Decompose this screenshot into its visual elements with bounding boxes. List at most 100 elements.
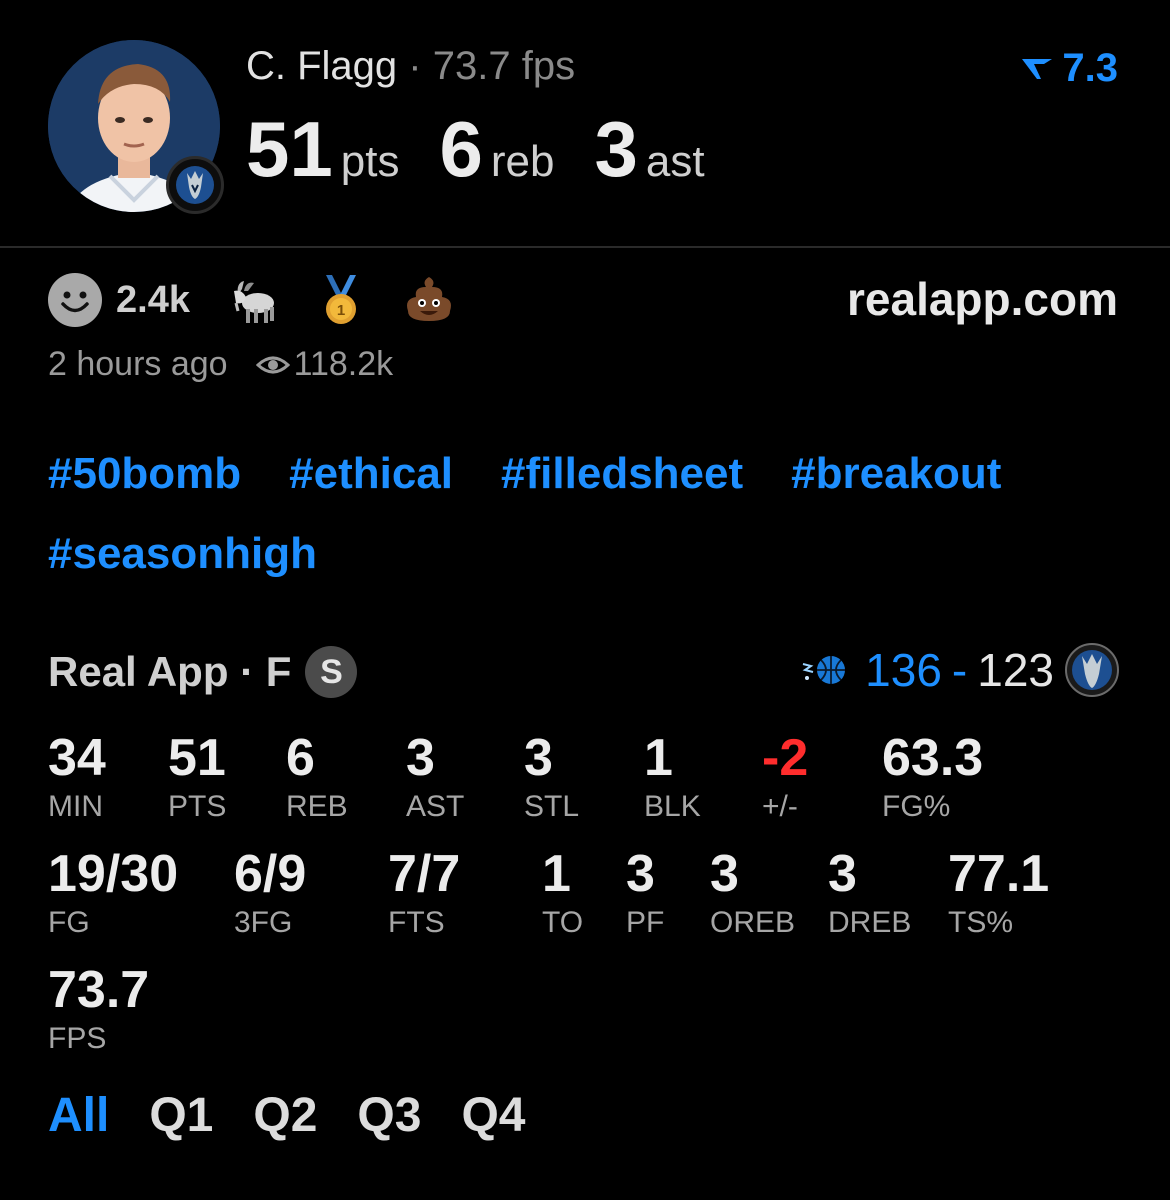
stat-value: 7/7	[388, 845, 461, 903]
game-score[interactable]: 136-123	[799, 642, 1120, 698]
headline-reb-label: reb	[490, 137, 555, 186]
opponent-logo-icon	[799, 642, 855, 698]
poop-icon[interactable]	[400, 271, 458, 329]
stat-pts: 51 PTS	[168, 730, 226, 824]
tab-q4[interactable]: Q4	[461, 1088, 525, 1143]
stat-value: 3	[710, 845, 739, 903]
stat-value: 73.7	[48, 961, 150, 1019]
stat-value: 77.1	[948, 845, 1050, 903]
score-loser: 123	[977, 644, 1054, 696]
stat-fps: 73.7 FPS	[48, 962, 149, 1056]
headline-stats: 51 pts 6 reb 3 ast	[246, 104, 745, 195]
player-fps: 73.7 fps	[432, 44, 576, 88]
headline-reb-value: 6	[439, 105, 483, 193]
stat-label: PF	[626, 906, 665, 939]
stat-value: 3	[406, 729, 435, 787]
stat-fg: 19/30 FG	[48, 846, 178, 940]
headline-ast-label: ast	[645, 137, 705, 186]
stat-reb: 6 REB	[286, 730, 348, 824]
stat-label: MIN	[48, 790, 103, 823]
status-badge: S	[305, 646, 358, 698]
rating-icon	[1022, 58, 1053, 79]
team-logo-icon	[166, 156, 224, 214]
rating-value: 7.3	[1062, 46, 1118, 90]
stat-fg-pct: 63.3 FG%	[882, 730, 983, 824]
hashtag[interactable]: #filledsheet	[501, 448, 743, 500]
stat-value: 1	[644, 729, 673, 787]
post-meta: 2 hours ago 118.2k	[48, 345, 393, 384]
medal-icon[interactable]: 1	[312, 271, 370, 329]
stat-label: +/-	[762, 790, 798, 823]
hashtag[interactable]: #breakout	[791, 448, 1001, 500]
stat-value: 34	[48, 729, 106, 787]
source-label: Real App · F	[48, 648, 292, 695]
stat-label: FPS	[48, 1022, 107, 1055]
stat-value: 6	[286, 729, 315, 787]
stat-label: TO	[542, 906, 584, 939]
stat-value: 51	[168, 729, 226, 787]
team-logo-small-icon	[1064, 642, 1120, 698]
stat-label: TS%	[948, 906, 1014, 939]
player-line[interactable]: C. Flagg · 73.7 fps	[246, 44, 575, 89]
smiley-icon[interactable]	[48, 273, 102, 327]
stat-label: FTS	[388, 906, 445, 939]
stat-plus-minus: -2 +/-	[762, 730, 808, 824]
hashtag-list: #50bomb #ethical #filledsheet #breakout …	[48, 448, 1138, 580]
stat-pf: 3 PF	[626, 846, 664, 940]
stat-value: 3	[828, 845, 857, 903]
divider	[0, 246, 1170, 248]
site-link[interactable]: realapp.com	[847, 272, 1118, 326]
stat-3fg: 6/9 3FG	[234, 846, 306, 940]
stat-value: -2	[762, 729, 809, 787]
stat-label: 3FG	[234, 906, 293, 939]
stat-value: 63.3	[882, 729, 984, 787]
stat-blk: 1 BLK	[644, 730, 701, 824]
stat-value: 19/30	[48, 845, 179, 903]
stat-to: 1 TO	[542, 846, 583, 940]
stat-value: 3	[524, 729, 553, 787]
stat-label: PTS	[168, 790, 227, 823]
hashtag[interactable]: #50bomb	[48, 448, 241, 500]
tab-q3[interactable]: Q3	[357, 1088, 421, 1143]
stat-label: BLK	[644, 790, 701, 823]
stat-label: FG	[48, 906, 90, 939]
stat-ts-pct: 77.1 TS%	[948, 846, 1049, 940]
stat-label: DREB	[828, 906, 912, 939]
reaction-count: 2.4k	[116, 278, 190, 321]
stat-ast: 3 AST	[406, 730, 464, 824]
stat-label: STL	[524, 790, 580, 823]
score-winner: 136	[865, 644, 942, 696]
stat-value: 3	[626, 845, 655, 903]
stat-value: 6/9	[234, 845, 307, 903]
separator: ·	[408, 44, 422, 88]
hashtag[interactable]: #ethical	[289, 448, 453, 500]
period-tabs: All Q1 Q2 Q3 Q4	[48, 1088, 525, 1143]
view-count: 118.2k	[255, 345, 394, 384]
tab-q2[interactable]: Q2	[253, 1088, 317, 1143]
svg-text:1: 1	[337, 302, 345, 319]
stat-min: 34 MIN	[48, 730, 106, 824]
player-name[interactable]: C. Flagg	[246, 44, 397, 88]
hashtag[interactable]: #seasonhigh	[48, 528, 317, 580]
stat-dreb: 3 DREB	[828, 846, 911, 940]
tab-q1[interactable]: Q1	[149, 1088, 213, 1143]
score-separator: -	[951, 644, 968, 696]
reactions-bar: 2.4k 1	[48, 270, 488, 330]
stat-label: AST	[406, 790, 465, 823]
stat-label: OREB	[710, 906, 796, 939]
goat-icon[interactable]	[224, 271, 282, 329]
eye-icon	[255, 356, 290, 373]
headline-pts-value: 51	[246, 105, 333, 193]
time-ago: 2 hours ago	[48, 345, 228, 383]
stat-label: REB	[286, 790, 348, 823]
stat-stl: 3 STL	[524, 730, 579, 824]
stat-value: 1	[542, 845, 571, 903]
headline-pts-label: pts	[340, 137, 400, 186]
stat-label: FG%	[882, 790, 951, 823]
stat-fts: 7/7 FTS	[388, 846, 460, 940]
rating-badge[interactable]: 7.3	[1020, 46, 1118, 91]
headline-ast-value: 3	[594, 105, 638, 193]
view-count-value: 118.2k	[293, 345, 394, 383]
source-line: Real App · F S	[48, 646, 358, 698]
tab-all[interactable]: All	[48, 1088, 109, 1143]
